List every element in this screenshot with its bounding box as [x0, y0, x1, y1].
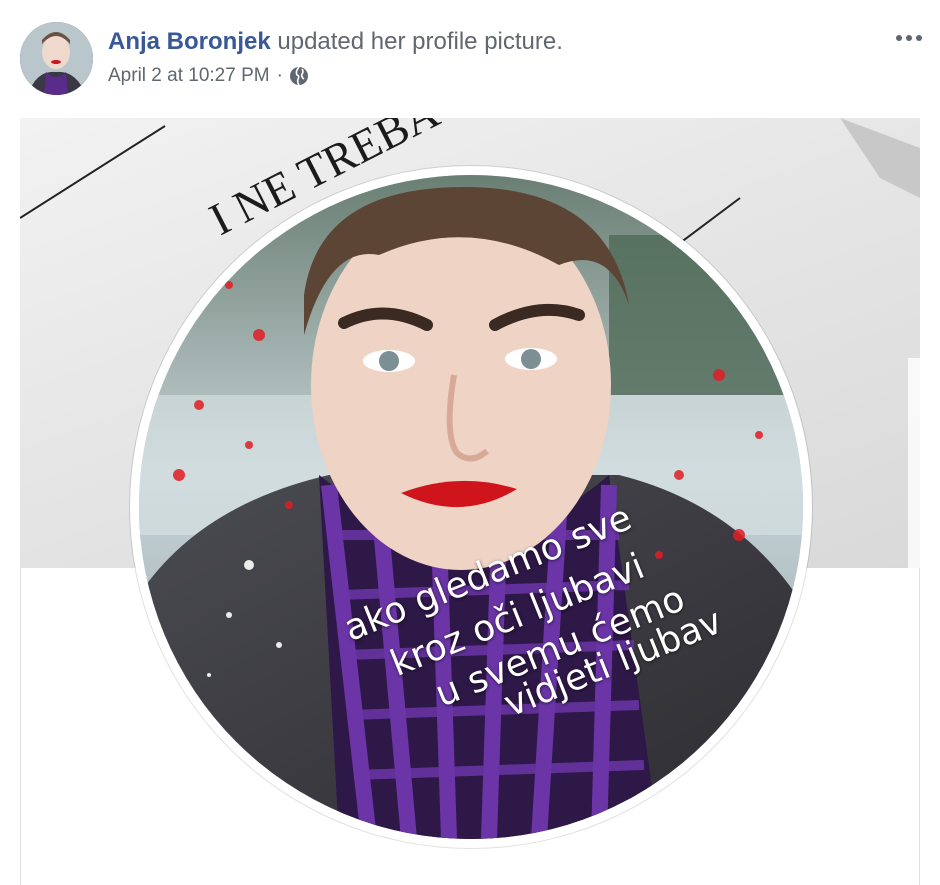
profile-portrait: ako gledamo sve kroz oči ljubavi u svemu…: [139, 175, 803, 839]
post-title: Anja Boronjek updated her profile pictur…: [108, 27, 563, 57]
more-options-icon: [906, 35, 912, 41]
avatar-portrait: [20, 22, 93, 95]
post-action-text: updated her profile picture.: [277, 28, 563, 55]
author-avatar[interactable]: [20, 22, 93, 95]
profile-picture-image: ako gledamo sve kroz oči ljubavi u svemu…: [139, 175, 803, 839]
post-header: Anja Boronjek updated her profile pictur…: [0, 0, 940, 110]
more-options-icon: [916, 35, 922, 41]
meta-separator: ·: [276, 65, 283, 86]
globe-icon: [289, 66, 309, 86]
more-options-button[interactable]: [892, 26, 926, 50]
post-timestamp-link[interactable]: April 2 at 10:27 PM: [108, 64, 270, 88]
more-options-icon: [896, 35, 902, 41]
post-meta: April 2 at 10:27 PM ·: [108, 64, 309, 88]
profile-picture[interactable]: ako gledamo sve kroz oči ljubavi u svemu…: [130, 166, 812, 848]
author-name-link[interactable]: Anja Boronjek: [108, 28, 271, 55]
post-media: I NE TREBA DA TUMESE: [20, 118, 920, 885]
